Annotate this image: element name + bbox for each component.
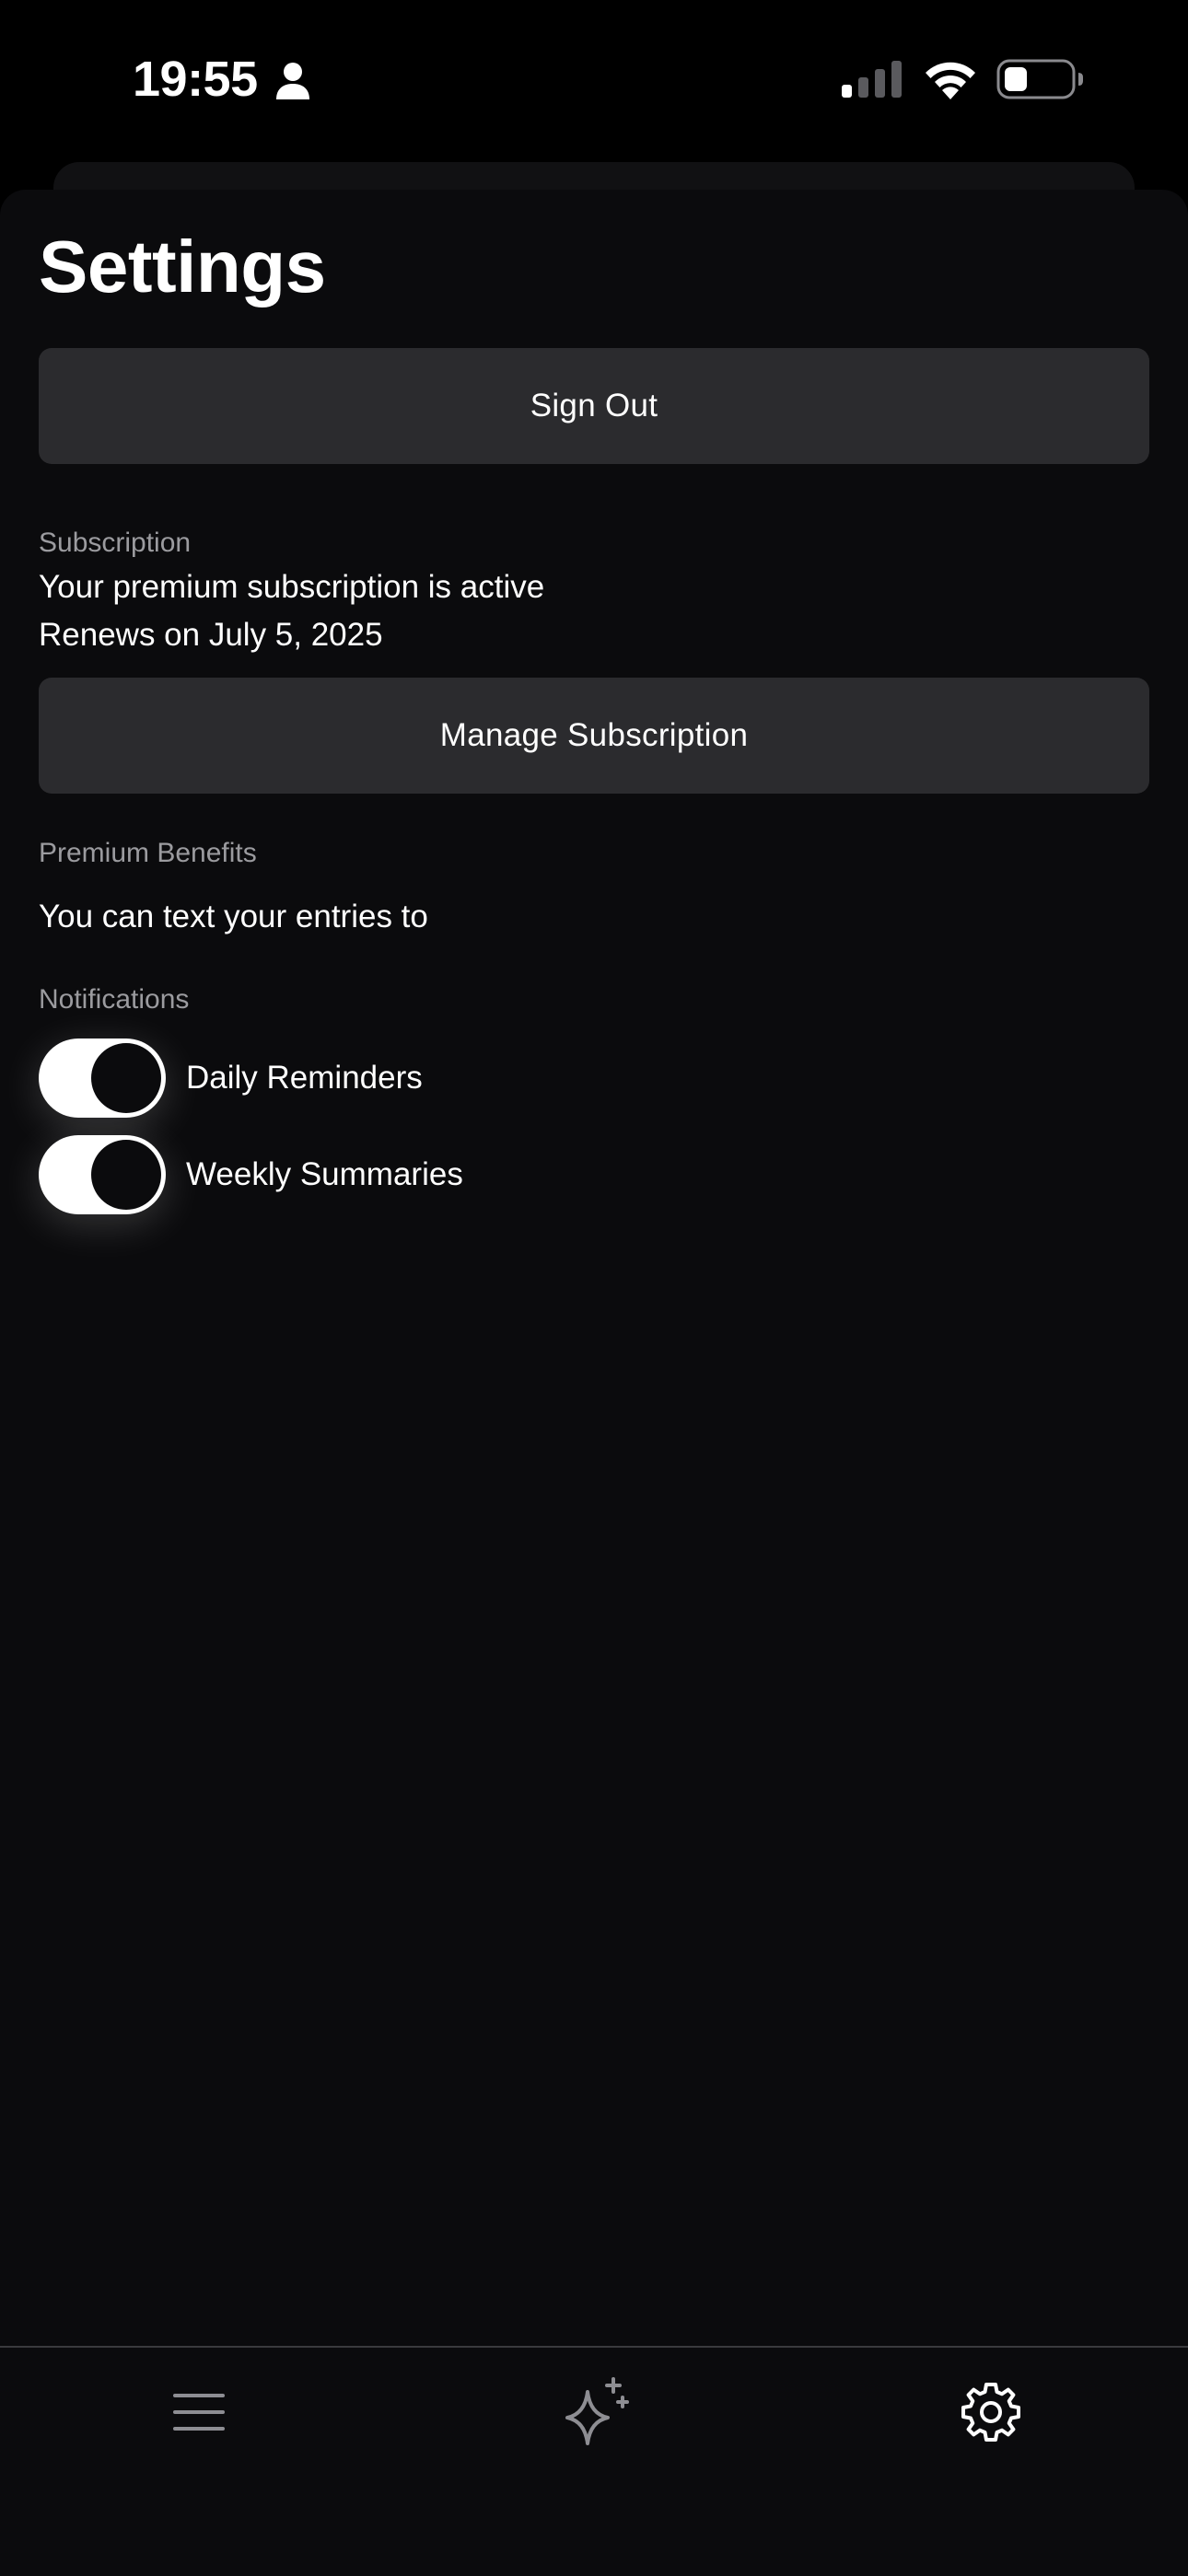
status-time: 19:55 bbox=[133, 52, 258, 107]
sign-out-button[interactable]: Sign Out bbox=[39, 348, 1149, 464]
wifi-icon bbox=[926, 62, 975, 99]
toggle-knob bbox=[91, 1043, 161, 1113]
person-icon bbox=[276, 63, 309, 99]
premium-benefits-section-label: Premium Benefits bbox=[39, 838, 257, 868]
tab-insights[interactable] bbox=[540, 2366, 650, 2458]
manage-subscription-button[interactable]: Manage Subscription bbox=[39, 678, 1149, 794]
daily-reminders-toggle[interactable] bbox=[39, 1039, 166, 1118]
cellular-signal-icon bbox=[842, 61, 902, 98]
page-title: Settings bbox=[39, 226, 326, 307]
sparkle-icon bbox=[565, 2377, 629, 2445]
list-icon bbox=[173, 2394, 225, 2431]
subscription-status-text: Your premium subscription is active bbox=[39, 569, 545, 605]
daily-reminders-label: Daily Reminders bbox=[186, 1060, 423, 1096]
tab-settings[interactable] bbox=[936, 2366, 1046, 2458]
subscription-section-label: Subscription bbox=[39, 528, 192, 558]
weekly-summaries-label: Weekly Summaries bbox=[186, 1156, 463, 1192]
toggle-knob bbox=[91, 1140, 161, 1210]
tab-bar bbox=[0, 2346, 1188, 2576]
premium-benefits-text: You can text your entries to bbox=[39, 899, 428, 934]
weekly-summaries-toggle[interactable] bbox=[39, 1135, 166, 1214]
sign-out-label: Sign Out bbox=[530, 388, 658, 424]
gear-icon bbox=[961, 2383, 1020, 2442]
status-bar: 19:55 bbox=[0, 0, 1188, 166]
subscription-renewal-text: Renews on July 5, 2025 bbox=[39, 617, 383, 653]
notifications-section-label: Notifications bbox=[39, 984, 190, 1015]
tab-entries[interactable] bbox=[144, 2366, 254, 2458]
manage-subscription-label: Manage Subscription bbox=[439, 717, 749, 753]
battery-icon bbox=[996, 59, 1083, 99]
